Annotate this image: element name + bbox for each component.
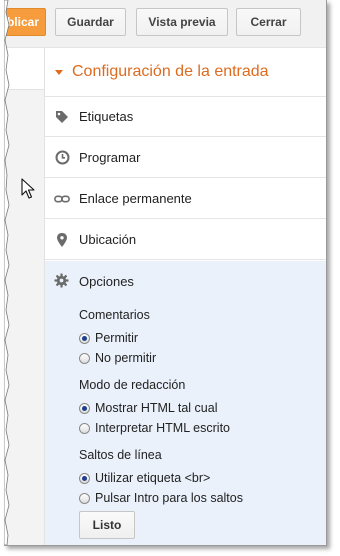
- radio-label: Permitir: [95, 331, 139, 345]
- settings-row-label: Programar: [79, 150, 141, 165]
- radio-label: No permitir: [95, 351, 157, 365]
- preview-button-label: Vista previa: [148, 15, 216, 29]
- link-icon: [54, 191, 70, 207]
- done-button[interactable]: Listo: [79, 511, 135, 539]
- comments-deny-radio[interactable]: [79, 352, 90, 364]
- line-breaks-enter-radio[interactable]: [79, 492, 90, 504]
- settings-row-label: Ubicación: [79, 232, 137, 247]
- compose-mode-interpret-html-radio[interactable]: [79, 422, 90, 434]
- close-button[interactable]: Cerrar: [236, 8, 301, 36]
- editor-toolbar: ublicar Guardar Vista previa Cerrar: [4, 0, 326, 48]
- compose-mode-label: Modo de redacción: [79, 378, 186, 392]
- mouse-pointer-icon: [21, 178, 35, 199]
- radio-label: Utilizar etiqueta <br>: [95, 471, 211, 485]
- settings-row-labels[interactable]: Etiquetas: [45, 97, 326, 137]
- tag-icon: [54, 109, 70, 125]
- close-button-label: Cerrar: [250, 15, 287, 29]
- settings-row-location[interactable]: Ubicación: [45, 220, 326, 260]
- radio-label: Pulsar Intro para los saltos: [95, 491, 243, 505]
- line-breaks-enter-option[interactable]: Pulsar Intro para los saltos: [79, 491, 243, 505]
- settings-row-permalink[interactable]: Enlace permanente: [45, 179, 326, 219]
- radio-label: Interpretar HTML escrito: [95, 421, 230, 435]
- line-breaks-br-radio[interactable]: [79, 472, 90, 484]
- torn-edge: [4, 0, 10, 545]
- options-section: Opciones Comentarios Permitir No permiti…: [45, 261, 326, 545]
- settings-row-label: Enlace permanente: [79, 191, 192, 206]
- save-button[interactable]: Guardar: [55, 8, 126, 36]
- save-button-label: Guardar: [67, 15, 114, 29]
- compose-mode-show-html-option[interactable]: Mostrar HTML tal cual: [79, 401, 217, 415]
- radio-label: Mostrar HTML tal cual: [95, 401, 218, 415]
- comments-allow-radio[interactable]: [79, 332, 90, 344]
- post-settings-panel: Configuración de la entrada Etiquetas Pr…: [45, 48, 326, 545]
- compose-mode-show-html-radio[interactable]: [79, 402, 90, 414]
- gear-icon: [54, 273, 70, 289]
- settings-row-schedule[interactable]: Programar: [45, 138, 326, 178]
- comments-deny-option[interactable]: No permitir: [79, 351, 156, 365]
- post-settings-title: Configuración de la entrada: [72, 63, 269, 80]
- line-breaks-label: Saltos de línea: [79, 448, 162, 462]
- editor-window: ublicar Guardar Vista previa Cerrar Conf…: [4, 0, 327, 546]
- comments-allow-option[interactable]: Permitir: [79, 331, 138, 345]
- post-settings-header[interactable]: Configuración de la entrada: [45, 48, 326, 97]
- options-header[interactable]: Opciones: [45, 261, 326, 301]
- settings-row-label: Etiquetas: [79, 109, 134, 124]
- options-label: Opciones: [79, 273, 134, 289]
- comments-label: Comentarios: [79, 308, 150, 322]
- location-pin-icon: [54, 232, 70, 248]
- collapse-triangle-icon: [55, 69, 63, 75]
- clock-icon: [54, 150, 70, 166]
- line-breaks-br-option[interactable]: Utilizar etiqueta <br>: [79, 471, 210, 485]
- compose-mode-interpret-html-option[interactable]: Interpretar HTML escrito: [79, 421, 230, 435]
- preview-button[interactable]: Vista previa: [136, 8, 228, 36]
- done-button-label: Listo: [92, 518, 122, 532]
